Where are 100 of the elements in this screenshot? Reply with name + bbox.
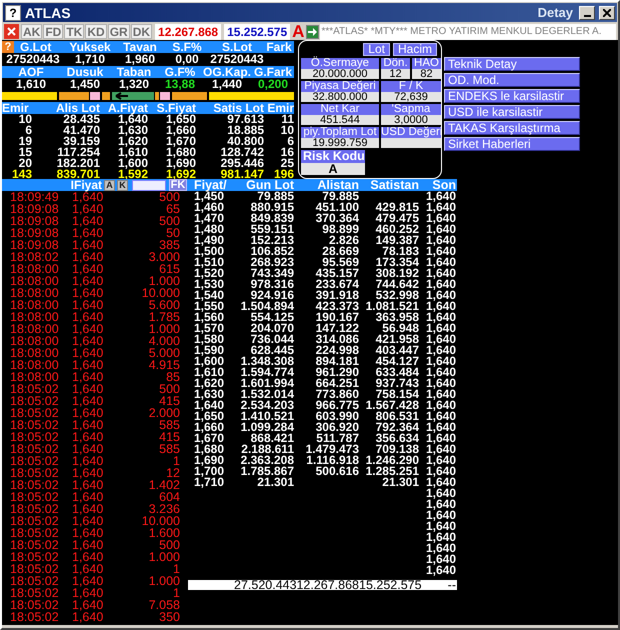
price-cell-text: 532.998 [376, 290, 419, 301]
price-cell-text: 1,640 [72, 227, 104, 239]
price-cell-text: 511.787 [316, 433, 359, 444]
price-cell-text: 1,640 [194, 400, 226, 411]
price-cell-text: 1.246.290 [364, 455, 419, 466]
order-cell-text: 41.470 [62, 125, 100, 136]
order-cell-text: 295.446 [220, 158, 264, 169]
lot-cell-text: 7.058 [148, 599, 180, 611]
price-cell-text: 1,640 [72, 455, 104, 467]
column-header: Alistan [316, 179, 359, 191]
order-cell-text: 1,640 [118, 114, 148, 125]
field-label: Risk Kodu [301, 150, 365, 163]
price-cell-text: 1.348.308 [240, 356, 294, 367]
filter-button[interactable]: FK [169, 179, 187, 191]
field-label: F / K [381, 81, 441, 92]
price-cell-text: 79.885 [322, 191, 359, 202]
column-header: AOF [17, 66, 45, 78]
column-header: Gun Lot [246, 179, 294, 191]
order-cell-text: 117.254 [56, 147, 100, 158]
arrow-icon [308, 28, 318, 36]
action-button[interactable]: Teknik Detay [444, 57, 580, 71]
stat-value: 1,610 [14, 78, 48, 90]
time-cell-text: 18:08:00 [10, 347, 60, 359]
view-button[interactable]: Lot [363, 43, 390, 56]
stat-value: 1,450 [68, 78, 102, 90]
price-cell-text: 1,640 [72, 611, 104, 623]
price-cell-text: 1,640 [424, 444, 456, 455]
price-cell-text: 173.354 [374, 257, 419, 268]
price-cell-text: 664.251 [314, 378, 359, 389]
order-cell-text: 182.201 [56, 158, 100, 169]
forward-button[interactable] [306, 24, 320, 38]
field-label: 'Sapma [381, 104, 441, 115]
column-header: Emir [2, 102, 29, 114]
price-cell-text: 1,640 [424, 356, 456, 367]
total-cell: 15.252.575 [359, 580, 419, 590]
field-value: 12 [381, 69, 410, 79]
field-value [381, 138, 441, 148]
time-cell-text: 18:05:02 [10, 527, 60, 539]
close-icon[interactable] [4, 24, 19, 39]
field-label: Dön. [381, 58, 410, 69]
input-field[interactable] [132, 180, 166, 190]
field-value: 19.999.759 [301, 138, 379, 148]
order-cell-text: 97.613 [227, 114, 264, 125]
order-cell-text: 6 [25, 125, 32, 136]
price-cell-text: 1,640 [72, 503, 104, 515]
price-cell-text: 736.044 [250, 334, 294, 345]
close-button[interactable] [599, 6, 615, 20]
minimize-button[interactable] [579, 6, 595, 20]
lot-cell-text: 1 [172, 455, 180, 467]
price-cell-text: 1,640 [424, 235, 456, 246]
order-cell-text: 1,610 [116, 147, 148, 158]
price-cell-text: 1,640 [72, 407, 104, 419]
price-cell-text: 1,640 [72, 551, 104, 563]
time-cell-text: 18:05:02 [10, 587, 60, 599]
price-cell-text: 880.915 [250, 202, 294, 213]
lot-cell-text: 3.000 [148, 251, 180, 263]
small-button[interactable]: A [104, 180, 115, 190]
action-button[interactable]: OD. Mod. [444, 73, 580, 87]
price-cell-text: 500.616 [316, 466, 359, 477]
time-cell-text: 18:05:02 [10, 407, 60, 419]
price-cell-text: 1,640 [72, 275, 104, 287]
price-cell-text: 806.531 [376, 411, 419, 422]
price-cell-text: 2.188.611 [240, 444, 294, 455]
time-cell-text: 18:05:02 [10, 419, 60, 431]
column-header: Satis Lot [212, 102, 264, 114]
price-cell-text: 2.826 [328, 235, 359, 246]
column-header: Alis Lot [55, 102, 100, 114]
price-cell-text: 1,640 [424, 532, 456, 543]
price-cell-text: 1,640 [424, 279, 456, 290]
action-button[interactable]: ENDEKS le karsilastir [444, 89, 580, 103]
price-cell-text: 233.674 [314, 279, 359, 290]
price-cell-text: 1,640 [72, 563, 104, 575]
stat-value: 1,320 [118, 78, 150, 90]
price-cell-text: 1,640 [424, 466, 456, 477]
action-button[interactable]: USD ile karsilastir [444, 105, 580, 119]
price-cell-text: 1,460 [194, 202, 226, 213]
price-cell-text: 1,640 [424, 268, 456, 279]
price-cell-text: 95.569 [322, 257, 359, 268]
price-cell-text: 1.601.994 [240, 378, 294, 389]
help-icon[interactable]: ? [2, 41, 14, 53]
time-cell-text: 18:08:00 [10, 359, 60, 371]
price-cell-text: 1,640 [424, 367, 456, 378]
action-button[interactable]: TAKAS Karşılaştırma [444, 121, 580, 135]
field-label: HAO [412, 58, 441, 69]
view-button[interactable]: Hacim [392, 43, 437, 56]
time-cell-text: 18:05:02 [10, 395, 60, 407]
price-cell-text: 1,640 [72, 323, 104, 335]
price-cell-text: 603.990 [314, 411, 359, 422]
price-cell-text: 268.923 [250, 257, 294, 268]
column-header: Fiyat/ [194, 179, 227, 191]
price-cell-text: 1,490 [194, 235, 226, 246]
price-cell-text: 1.479.473 [304, 444, 359, 455]
lot-cell-text: 65 [165, 203, 180, 215]
order-cell-text: 11 [280, 114, 294, 125]
price-cell-text: 1,640 [72, 431, 104, 443]
price-cell-text: 152.213 [250, 235, 294, 246]
action-button[interactable]: Sirket Haberleri [444, 137, 580, 151]
small-button[interactable]: K [117, 180, 128, 190]
price-cell-text: 2.534.203 [240, 400, 294, 411]
help-icon[interactable]: ? [5, 4, 21, 20]
